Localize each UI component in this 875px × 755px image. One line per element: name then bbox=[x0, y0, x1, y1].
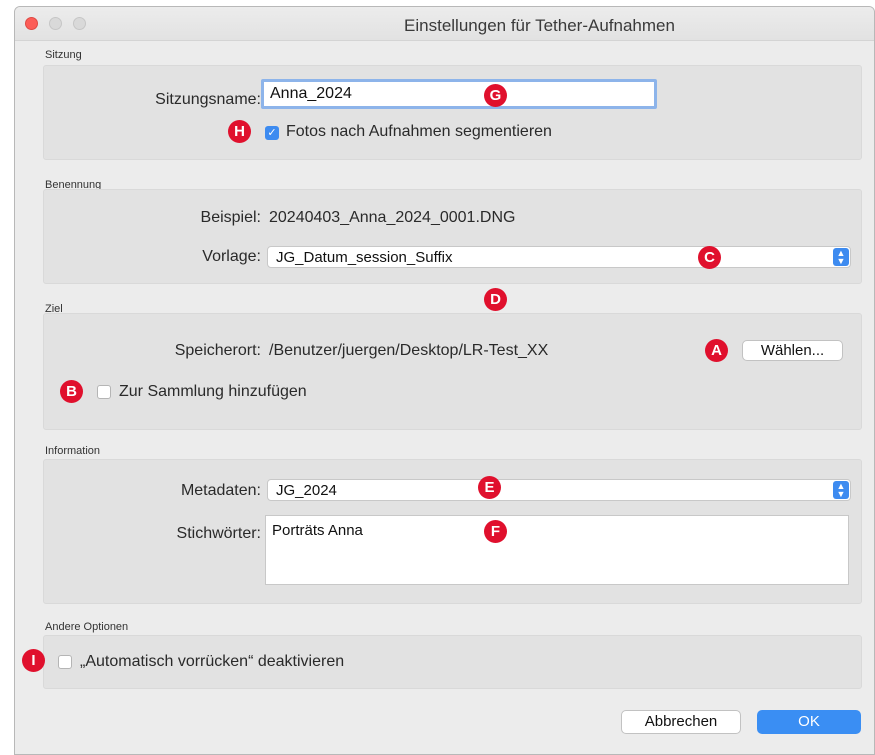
annotation-marker-f: F bbox=[484, 520, 507, 543]
metadata-select-value: JG_2024 bbox=[276, 482, 337, 499]
select-stepper-icon: ▲ ▼ bbox=[833, 248, 849, 266]
segment-photos-label: Fotos nach Aufnahmen segmentieren bbox=[286, 123, 552, 140]
example-label: Beispiel: bbox=[200, 209, 261, 226]
template-select[interactable]: JG_Datum_session_Suffix ▲ ▼ bbox=[267, 246, 851, 268]
add-to-collection-label: Zur Sammlung hinzufügen bbox=[119, 383, 307, 400]
window-title: Einstellungen für Tether-Aufnahmen bbox=[404, 16, 675, 35]
session-name-input[interactable]: Anna_2024 bbox=[261, 79, 657, 109]
annotation-marker-c: C bbox=[698, 246, 721, 269]
select-stepper-icon: ▲ ▼ bbox=[833, 481, 849, 499]
annotation-marker-a: A bbox=[705, 339, 728, 362]
ok-button[interactable]: OK bbox=[757, 710, 861, 734]
annotation-marker-h: H bbox=[228, 120, 251, 143]
location-label: Speicherort: bbox=[174, 342, 261, 359]
auto-advance-checkbox[interactable] bbox=[58, 655, 72, 669]
auto-advance-label: „Automatisch vorrücken“ deaktivieren bbox=[80, 653, 345, 670]
annotation-marker-b: B bbox=[60, 380, 83, 403]
metadata-select[interactable]: JG_2024 ▲ ▼ bbox=[267, 479, 851, 501]
annotation-marker-e: E bbox=[478, 476, 501, 499]
annotation-marker-i: I bbox=[22, 649, 45, 672]
template-select-value: JG_Datum_session_Suffix bbox=[276, 249, 453, 266]
panel-ziel bbox=[43, 313, 862, 430]
session-name-label: Sitzungsname: bbox=[155, 91, 261, 108]
title-bar: Einstellungen für Tether-Aufnahmen bbox=[15, 7, 874, 41]
section-label-information: Information bbox=[45, 445, 101, 457]
cancel-button[interactable]: Abbrechen bbox=[621, 710, 741, 734]
metadata-label: Metadaten: bbox=[180, 482, 261, 499]
keywords-label: Stichwörter: bbox=[176, 525, 261, 542]
choose-location-button[interactable]: Wählen... bbox=[742, 340, 843, 361]
dialog-window: Einstellungen für Tether-Aufnahmen Sitzu… bbox=[14, 6, 875, 755]
annotation-marker-d: D bbox=[484, 288, 507, 311]
panel-benennung bbox=[43, 189, 862, 284]
annotation-marker-g: G bbox=[484, 84, 507, 107]
section-label-andere: Andere Optionen bbox=[45, 621, 129, 633]
section-label-sitzung: Sitzung bbox=[45, 49, 82, 61]
example-filename: 20240403_Anna_2024_0001.DNG bbox=[269, 209, 516, 226]
segment-photos-checkbox[interactable]: ✓ bbox=[265, 126, 279, 140]
template-label: Vorlage: bbox=[202, 248, 261, 265]
location-path: /Benutzer/juergen/Desktop/LR-Test_XX bbox=[269, 342, 549, 359]
add-to-collection-checkbox[interactable] bbox=[97, 385, 111, 399]
keywords-textarea[interactable]: Porträts Anna bbox=[265, 515, 849, 585]
